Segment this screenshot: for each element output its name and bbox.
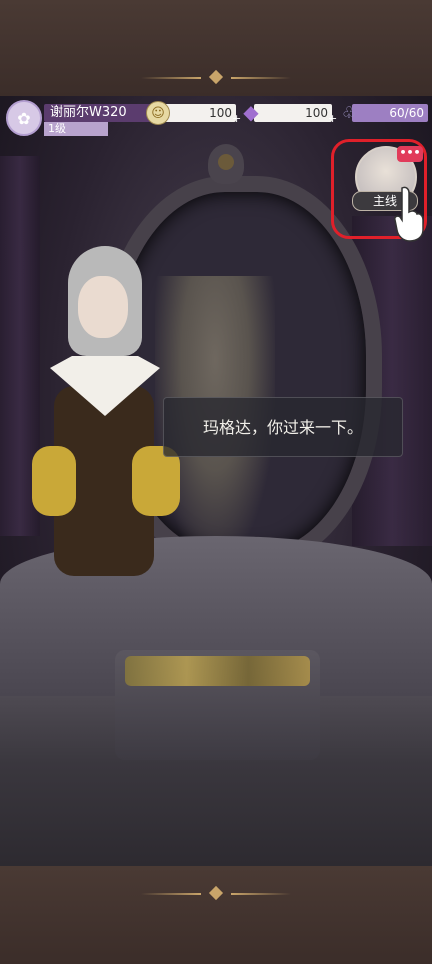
player-avatar[interactable]: ✿ [6,100,42,136]
bottom-ornament [141,885,291,902]
coin-counter[interactable]: 100 ☺ + [146,101,241,125]
flower-avatar-icon: ✿ [17,108,31,128]
diamond-counter[interactable]: 100 ◆ + [240,100,337,124]
diamond-icon: ◆ [243,100,259,124]
mirror-heart-ornament [218,154,234,170]
character-sprite [32,246,180,576]
more-dots-icon: ••• [397,146,423,162]
stamina-counter[interactable]: 60/60 ♧ [338,102,428,122]
dialog-text: 玛格达，你过来一下。 [202,418,363,437]
player-name: 谢丽尔W320 [44,104,156,122]
hand-pointer-icon [394,186,424,242]
stamina-value: 60/60 [352,104,428,122]
diamond-value: 100 [254,104,332,122]
slipper-icon: ♧ [341,102,357,122]
coin-icon: ☺ [146,101,170,125]
bottom-frame [0,866,432,964]
player-level: 1级 [44,122,108,136]
coin-value: 100 [160,104,236,122]
diamond-plus-icon[interactable]: + [328,113,338,124]
dialog-box[interactable]: 玛格达，你过来一下。 [163,397,403,457]
top-frame [0,0,432,96]
top-ornament [141,69,291,86]
jewelry-pile [125,656,310,686]
